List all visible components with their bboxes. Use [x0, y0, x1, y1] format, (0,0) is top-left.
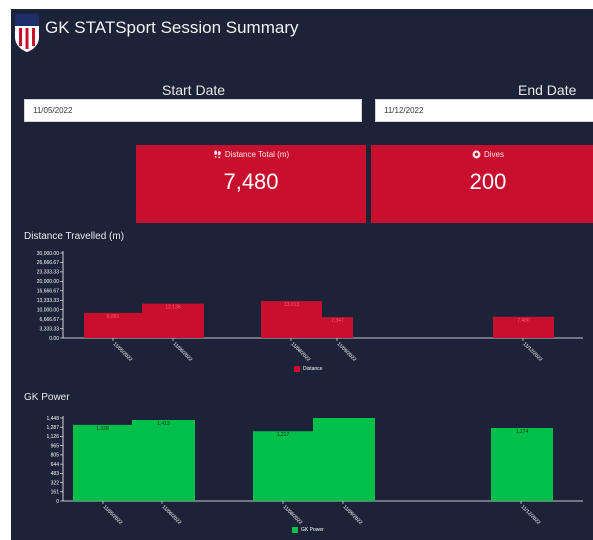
distance-x-tick-label: 11/12/2022 [522, 341, 544, 363]
power-x-tick-label: 11/09/2022 [342, 504, 364, 526]
power-y-tick-label: 1,287 [46, 425, 59, 431]
power-legend-label: GK Power [301, 527, 324, 533]
power-y-tick-label: 644 [51, 462, 60, 468]
power-y-tick-label: 0 [56, 499, 59, 505]
power-legend: GK Power [292, 527, 324, 533]
power-data-label: 1,217 [277, 432, 290, 438]
page-title: GK STATSport Session Summary [45, 18, 299, 37]
distance-legend: Distance [294, 366, 322, 372]
distance-x-tick-label: 11/08/2022 [290, 341, 312, 363]
power-data-label: 1,413 [157, 421, 170, 427]
power-data-label: 1,274 [516, 429, 529, 435]
dashboard-window: GK STATSport Session Summary Start Date … [11, 9, 593, 540]
power-x-tick-label: 11/12/2022 [520, 504, 542, 526]
distance-y-tick-label: 30,000.00 [37, 251, 59, 257]
footsteps-icon [214, 150, 221, 159]
ball-icon [472, 150, 481, 159]
power-y-tick-label: 483 [51, 471, 60, 477]
distance-data-label: 12,136 [165, 305, 181, 311]
distance-y-tick-label: 16,666.67 [37, 289, 59, 295]
kpi-dives-value: 200 [469, 169, 507, 194]
power-x-tick-label: 11/05/2022 [102, 504, 124, 526]
end-date-label: End Date [518, 82, 577, 98]
distance-legend-swatch [294, 366, 300, 372]
distance-data-label: 7,347 [331, 318, 344, 324]
power-y-tick-label: 965 [51, 443, 60, 449]
distance-data-label: 8,881 [107, 314, 120, 320]
distance-y-tick-label: 3,333.33 [40, 326, 60, 332]
kpi-distance-value: 7,480 [223, 169, 279, 194]
power-bar-chart: 0 161 322 483 644 805 965 1,126 1,287 1,448 1,328 1… [46, 416, 583, 526]
power-y-tick-label: 1,126 [46, 434, 59, 440]
power-bar [313, 418, 375, 501]
distance-x-tick-label: 11/09/2022 [336, 341, 358, 363]
kpi-dives-label: Dives [483, 150, 504, 159]
distance-y-tick-label: 13,333.33 [37, 298, 59, 304]
kpi-card-dives: Dives 200 [371, 145, 593, 223]
power-bar [491, 427, 553, 501]
distance-bar-chart: 0.00 3,333.33 6,666.67 10,000.00 13,333.33 16… [37, 251, 583, 363]
power-legend-swatch [292, 527, 298, 533]
distance-data-label: 13,013 [284, 302, 300, 308]
power-y-tick-label: 805 [51, 453, 60, 459]
kpi-card-distance: Distance Total (m) 7,480 [136, 145, 366, 223]
distance-legend-label: Distance [303, 366, 323, 372]
power-bar [73, 424, 132, 501]
kpi-distance-label: Distance Total (m) [224, 150, 290, 159]
distance-y-tick-label: 6,666.67 [40, 317, 60, 323]
distance-y-tick-label: 20,000.00 [37, 279, 59, 285]
distance-x-tick-label: 11/05/2022 [112, 341, 134, 363]
power-data-label: 1,328 [96, 426, 109, 432]
end-date-input[interactable] [375, 99, 593, 122]
distance-y-tick-label: 26,666.67 [37, 260, 59, 266]
power-y-tick-label: 1,448 [46, 416, 59, 422]
usa-crest-icon [15, 14, 39, 52]
distance-y-tick-label: 23,333.33 [37, 270, 59, 276]
distance-data-label: 7,480 [517, 318, 530, 324]
power-y-tick-label: 161 [51, 490, 60, 496]
start-date-label: Start Date [162, 82, 226, 98]
start-date-input[interactable] [24, 99, 362, 122]
power-bar [132, 420, 195, 501]
power-bar [253, 431, 313, 501]
distance-x-tick-label: 11/06/2022 [172, 341, 194, 363]
power-y-tick-label: 322 [51, 480, 60, 486]
power-x-tick-label: 11/08/2022 [282, 504, 304, 526]
distance-y-tick-label: 10,000.00 [37, 307, 59, 313]
distance-y-tick-label: 0.00 [49, 336, 59, 342]
power-x-tick-label: 11/06/2022 [161, 504, 183, 526]
